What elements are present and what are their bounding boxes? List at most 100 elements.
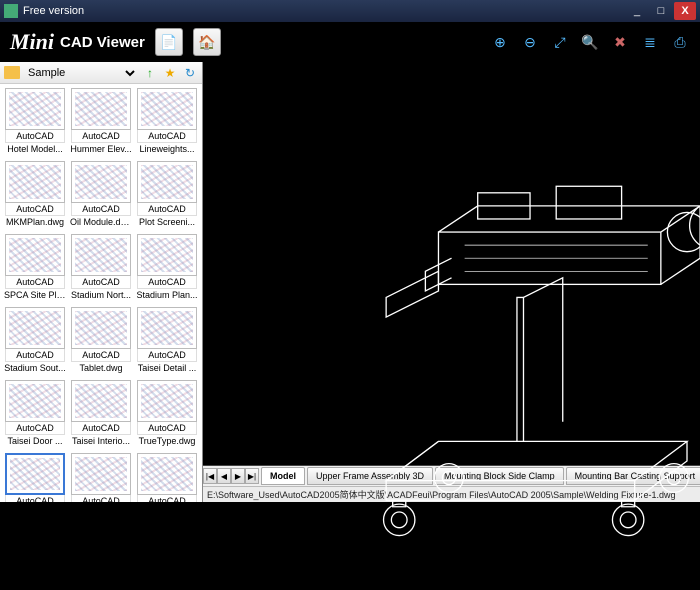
thumbnail-filename: MKMPlan.dwg [4, 217, 66, 227]
thumbnail-filename: Plot Screeni... [136, 217, 198, 227]
file-thumbnail[interactable]: AutoCADStadium Nort... [70, 234, 132, 303]
thumbnail-tag: AutoCAD [71, 130, 131, 143]
thumbnail-filename: Taisei Detail ... [136, 363, 198, 373]
thumbnail-image [5, 88, 65, 130]
thumbnail-image [5, 234, 65, 276]
app-main: Mini CAD Viewer 📄 🏠 ⊕ ⊖ ⤢ 🔍 ✖ ≣ ⎙ Sample… [0, 22, 700, 504]
thumbnail-tag: AutoCAD [137, 422, 197, 435]
file-thumbnail[interactable]: AutoCADTrueType.dwg [136, 380, 198, 449]
maximize-button[interactable]: □ [650, 2, 672, 20]
logo-toolbar: Mini CAD Viewer 📄 🏠 ⊕ ⊖ ⤢ 🔍 ✖ ≣ ⎙ [0, 22, 700, 62]
open-button[interactable]: 📄 [155, 28, 183, 56]
thumbnail-filename: Hotel Model... [4, 144, 66, 154]
zoom-out-button[interactable]: ⊖ [520, 32, 540, 52]
zoom-extents-icon: ⤢ [554, 34, 565, 51]
file-thumbnail[interactable]: AutoCADPlot Screeni... [136, 161, 198, 230]
thumbnail-filename: Taisei Interio... [70, 436, 132, 446]
home-button[interactable]: 🏠 [193, 28, 221, 56]
file-thumbnail[interactable]: AutoCADOil Module.dwg [70, 161, 132, 230]
drawing-viewport[interactable]: ▲ ▼ [203, 62, 700, 466]
thumbnail-image [5, 453, 65, 495]
minimize-button[interactable]: _ [626, 2, 648, 20]
thumbnail-image [71, 453, 131, 495]
thumbnail-tag: AutoCAD [71, 349, 131, 362]
thumbnail-image [5, 307, 65, 349]
layers-icon: ≣ [644, 34, 656, 51]
thumbnail-filename: Hummer Elev... [70, 144, 132, 154]
thumbnail-tag: AutoCAD [71, 276, 131, 289]
thumbnail-image [137, 234, 197, 276]
file-thumbnail[interactable]: AutoCADTaisei Door ... [4, 380, 66, 449]
app-icon [4, 4, 18, 18]
folder-icon [4, 66, 20, 79]
close-button[interactable]: X [674, 2, 696, 20]
thumbnail-filename: SPCA Site Pla... [4, 290, 66, 300]
drawing-pane: ▲ ▼ |◀ ◀ ▶ ▶| ModelUpper Frame Assembly … [203, 62, 700, 502]
thumbnail-image [137, 88, 197, 130]
thumbnail-tag: AutoCAD [5, 495, 65, 502]
content: Sample ↑ ★ ↻ AutoCADHotel Model...AutoCA… [0, 62, 700, 502]
thumbnail-filename: Lineweights... [136, 144, 198, 154]
thumbnail-filename: Stadium Nort... [70, 290, 132, 300]
file-thumbnail[interactable]: AutoCADStadium Plan... [136, 234, 198, 303]
thumbnail-tag: AutoCAD [137, 349, 197, 362]
thumbnail-filename: Tablet.dwg [70, 363, 132, 373]
zoom-window-icon: 🔍 [581, 34, 598, 51]
thumbnail-image [5, 380, 65, 422]
file-thumbnail[interactable]: AutoCADMKMPlan.dwg [4, 161, 66, 230]
thumbnail-tag: AutoCAD [71, 495, 131, 502]
thumbnail-tag: AutoCAD [137, 203, 197, 216]
thumbnail-image [71, 234, 131, 276]
file-thumbnail[interactable]: AutoCADTaisei Detail ... [136, 307, 198, 376]
print-button[interactable]: ⎙ [670, 32, 690, 52]
document-icon: 📄 [160, 34, 177, 51]
home-icon: 🏠 [198, 34, 215, 51]
refresh-icon: ↻ [185, 66, 195, 80]
thumbnail-tag: AutoCAD [71, 203, 131, 216]
file-thumbnail[interactable]: AutoCADWelding Fixt... [70, 453, 132, 502]
settings-button[interactable]: ✖ [610, 32, 630, 52]
thumbnail-tag: AutoCAD [137, 130, 197, 143]
thumbnail-filename: Stadium Plan... [136, 290, 198, 300]
thumbnail-image [137, 380, 197, 422]
file-thumbnail[interactable]: AutoCADTablet.dwg [70, 307, 132, 376]
thumbnail-image [71, 307, 131, 349]
file-thumbnail[interactable]: AutoCADLineweights... [136, 88, 198, 157]
favorite-button[interactable]: ★ [162, 65, 178, 81]
zoom-extents-button[interactable]: ⤢ [550, 32, 570, 52]
file-thumbnail[interactable]: AutoCADStadium Sout... [4, 307, 66, 376]
logo-mini: Mini [10, 29, 54, 55]
thumbnail-filename: TrueType.dwg [136, 436, 198, 446]
thumbnail-tag: AutoCAD [5, 203, 65, 216]
zoom-window-button[interactable]: 🔍 [580, 32, 600, 52]
folder-up-button[interactable]: ↑ [142, 65, 158, 81]
refresh-button[interactable]: ↻ [182, 65, 198, 81]
zoom-in-icon: ⊕ [494, 34, 506, 51]
thumbnail-image [71, 88, 131, 130]
zoom-in-button[interactable]: ⊕ [490, 32, 510, 52]
thumbnail-tag: AutoCAD [137, 495, 197, 502]
thumbnail-grid[interactable]: AutoCADHotel Model...AutoCADHummer Elev.… [0, 84, 202, 502]
logo-cad: CAD Viewer [60, 34, 145, 51]
folder-bar: Sample ↑ ★ ↻ [0, 62, 202, 84]
titlebar: Free version _ □ X [0, 0, 700, 22]
file-thumbnail[interactable]: AutoCADWelding Fixt... [4, 453, 66, 502]
window-title: Free version [23, 5, 624, 17]
file-thumbnail[interactable]: AutoCADWilhome.dwg [136, 453, 198, 502]
file-thumbnail[interactable]: AutoCADHummer Elev... [70, 88, 132, 157]
layers-button[interactable]: ≣ [640, 32, 660, 52]
cad-drawing [203, 62, 700, 590]
thumbnail-tag: AutoCAD [5, 422, 65, 435]
print-icon: ⎙ [674, 34, 685, 51]
file-thumbnail[interactable]: AutoCADTaisei Interio... [70, 380, 132, 449]
star-icon: ★ [165, 66, 176, 80]
up-arrow-icon: ↑ [147, 66, 153, 80]
file-thumbnail[interactable]: AutoCADHotel Model... [4, 88, 66, 157]
thumbnail-filename: Oil Module.dwg [70, 217, 132, 227]
thumbnail-image [137, 453, 197, 495]
thumbnail-tag: AutoCAD [5, 130, 65, 143]
thumbnail-image [5, 161, 65, 203]
file-thumbnail[interactable]: AutoCADSPCA Site Pla... [4, 234, 66, 303]
file-browser-pane: Sample ↑ ★ ↻ AutoCADHotel Model...AutoCA… [0, 62, 203, 502]
folder-select[interactable]: Sample [24, 66, 138, 80]
